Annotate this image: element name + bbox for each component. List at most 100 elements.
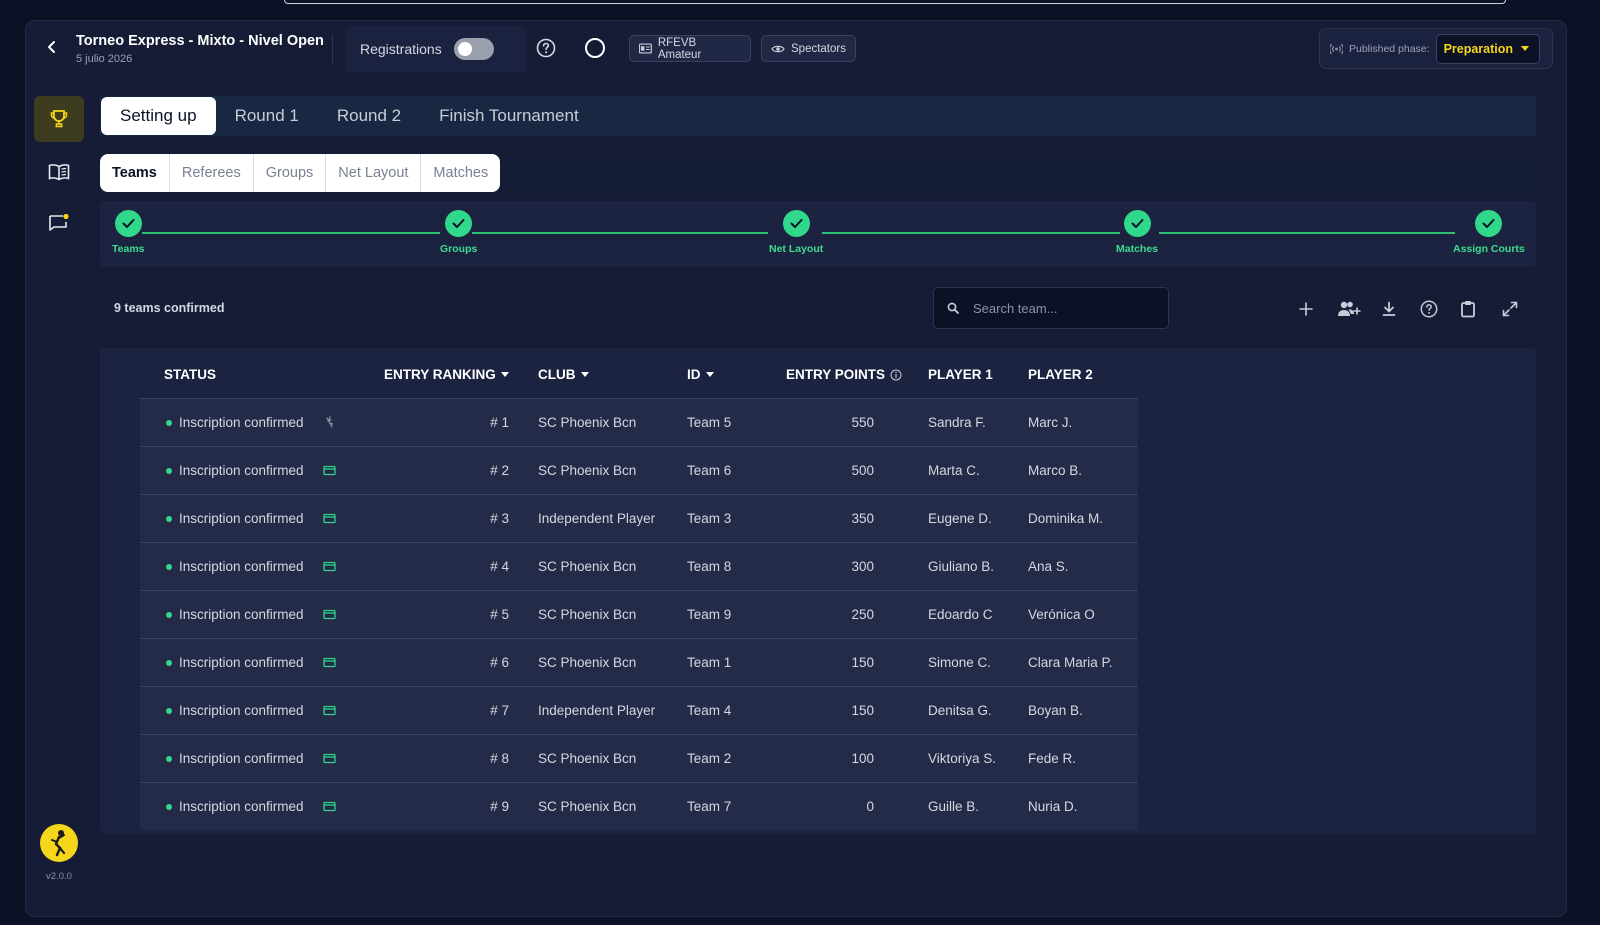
table-row[interactable]: Inscription confirmed # 4 SC Phoenix Bcn… [140, 542, 1138, 590]
cell-entry-points: 250 [851, 607, 874, 622]
table-row[interactable]: Inscription confirmed # 5 SC Phoenix Bcn… [140, 590, 1138, 638]
table-row[interactable]: Inscription confirmed # 8 SC Phoenix Bcn… [140, 734, 1138, 782]
tab-round-2[interactable]: Round 2 [318, 97, 420, 135]
credit-card-icon [323, 753, 336, 764]
cell-entry-points: 300 [851, 559, 874, 574]
tab-finish-tournament[interactable]: Finish Tournament [420, 97, 598, 135]
status-dot [166, 516, 172, 522]
column-entry-points[interactable]: ENTRY POINTS [786, 367, 902, 382]
help-circle-icon [1420, 300, 1438, 318]
registrations-control: Registrations [346, 26, 526, 72]
cell-player-1: Simone C. [928, 655, 992, 670]
cell-club: SC Phoenix Bcn [538, 463, 637, 478]
published-phase-select[interactable]: Preparation [1435, 33, 1541, 64]
circle-icon [585, 38, 605, 58]
sidebar-item-rules[interactable] [34, 149, 84, 195]
column-id[interactable]: ID [687, 367, 714, 382]
download-button[interactable] [1377, 297, 1401, 321]
add-team-icon [1338, 301, 1361, 316]
progress-stepper: Teams Groups Net Layout Matches Assign C… [100, 201, 1536, 267]
header-divider [332, 35, 333, 65]
cell-status: Inscription confirmed [179, 607, 304, 622]
cell-player-1: Marta C. [928, 463, 980, 478]
subtab-matches[interactable]: Matches [420, 154, 500, 192]
cell-player-2: Clara Maria P. [1028, 655, 1113, 670]
step-teams[interactable]: Teams [112, 210, 145, 255]
subtab-groups[interactable]: Groups [252, 154, 326, 192]
cell-status: Inscription confirmed [179, 655, 304, 670]
table-header: STATUS ENTRY RANKING CLUB ID ENTRY POINT… [140, 348, 1138, 398]
step-assign-courts[interactable]: Assign Courts [1453, 210, 1525, 255]
sub-tabs: Teams Referees Groups Net Layout Matches [100, 154, 501, 192]
cell-entry-points: 150 [851, 703, 874, 718]
download-icon [1382, 301, 1396, 316]
cell-entry-points: 350 [851, 511, 874, 526]
info-icon [890, 369, 902, 380]
cell-player-2: Fede R. [1028, 751, 1077, 766]
clipboard-button[interactable] [1456, 297, 1480, 321]
published-phase-value: Preparation [1443, 41, 1514, 56]
cell-entry-ranking: # 1 [490, 415, 509, 430]
cell-club: SC Phoenix Bcn [538, 655, 637, 670]
step-label: Matches [1116, 243, 1159, 255]
registrations-toggle[interactable] [453, 38, 494, 60]
federation-chip[interactable]: RFEVB Amateur [629, 35, 751, 62]
cell-player-2: Nuria D. [1028, 799, 1078, 814]
cell-id: Team 2 [687, 751, 732, 766]
search-input[interactable] [973, 300, 1143, 316]
step-label: Net Layout [769, 243, 824, 255]
table-row[interactable]: Inscription confirmed # 9 SC Phoenix Bcn… [140, 782, 1138, 830]
cell-entry-ranking: # 2 [490, 463, 509, 478]
step-connector [1159, 232, 1455, 234]
avatar[interactable] [40, 824, 78, 862]
cell-club: SC Phoenix Bcn [538, 751, 637, 766]
plus-icon [1299, 302, 1313, 316]
spectators-chip[interactable]: Spectators [761, 35, 856, 62]
status-dot [166, 708, 172, 714]
check-icon [1131, 219, 1143, 228]
subtab-referees[interactable]: Referees [168, 154, 253, 192]
tab-round-1[interactable]: Round 1 [216, 97, 318, 135]
chevron-down-icon [1521, 46, 1530, 51]
add-button[interactable] [1294, 297, 1318, 321]
table-row[interactable]: Inscription confirmed # 2 SC Phoenix Bcn… [140, 446, 1138, 494]
sidebar-item-messages[interactable] [34, 200, 84, 246]
cell-entry-ranking: # 8 [490, 751, 509, 766]
credit-card-icon [323, 465, 336, 476]
back-button[interactable] [40, 35, 64, 59]
check-icon [122, 219, 135, 228]
cell-player-2: Marc J. [1028, 415, 1073, 430]
cell-player-1: Edoardo C [928, 607, 993, 622]
add-team-button[interactable] [1335, 297, 1363, 321]
status-dot [166, 564, 172, 570]
column-club[interactable]: CLUB [538, 367, 589, 382]
teams-table: STATUS ENTRY RANKING CLUB ID ENTRY POINT… [100, 348, 1536, 834]
table-row[interactable]: Inscription confirmed # 7 Independent Pl… [140, 686, 1138, 734]
sidebar-item-tournament[interactable] [34, 96, 84, 142]
status-dot [166, 804, 172, 810]
cell-id: Team 4 [687, 703, 732, 718]
table-row[interactable]: Inscription confirmed # 3 Independent Pl… [140, 494, 1138, 542]
expand-button[interactable] [1498, 297, 1522, 321]
cell-id: Team 7 [687, 799, 732, 814]
help-button[interactable] [535, 37, 557, 59]
cell-player-1: Denitsa G. [928, 703, 992, 718]
credit-card-icon [323, 609, 336, 620]
help-table-button[interactable] [1417, 297, 1441, 321]
column-entry-ranking[interactable]: ENTRY RANKING [384, 367, 509, 382]
step-groups[interactable]: Groups [440, 210, 477, 255]
table-row[interactable]: Inscription confirmed # 6 SC Phoenix Bcn… [140, 638, 1138, 686]
step-complete-indicator [782, 210, 810, 237]
table-row[interactable]: Inscription confirmed # 1 SC Phoenix Bcn… [140, 398, 1138, 446]
step-net-layout[interactable]: Net Layout [769, 210, 823, 255]
subtab-teams[interactable]: Teams [100, 154, 169, 192]
cell-id: Team 8 [687, 559, 732, 574]
cell-status: Inscription confirmed [179, 511, 304, 526]
tab-setting-up[interactable]: Setting up [101, 97, 216, 135]
step-matches[interactable]: Matches [1116, 210, 1158, 255]
cell-club: Independent Player [538, 511, 656, 526]
help-circle-icon [536, 38, 556, 58]
status-dot [166, 468, 172, 474]
subtab-net-layout[interactable]: Net Layout [325, 154, 420, 192]
status-circle-button[interactable] [584, 37, 606, 59]
